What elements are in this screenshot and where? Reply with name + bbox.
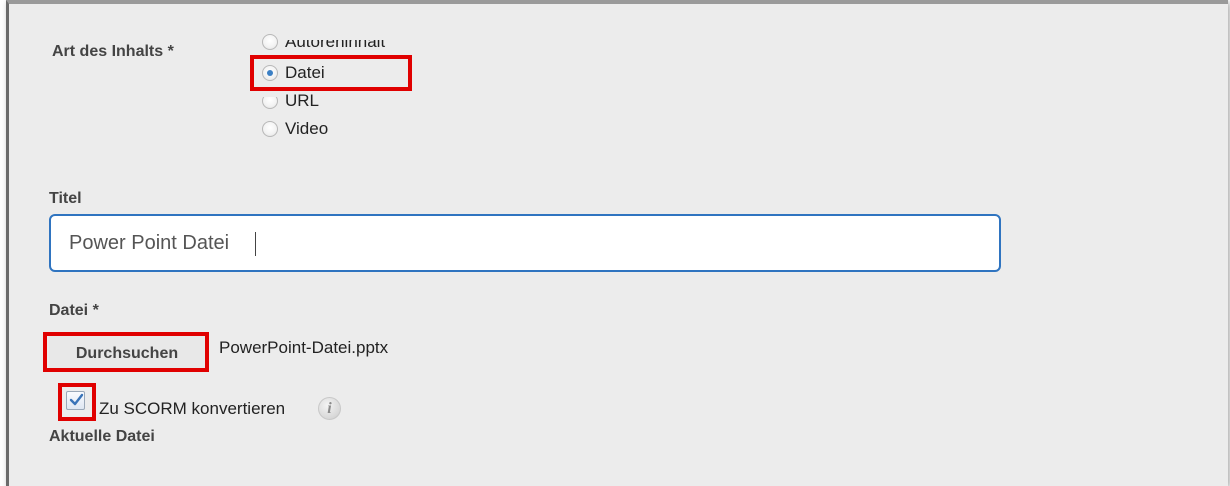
scorm-checkbox[interactable]: [66, 391, 85, 410]
radio-label: URL: [285, 91, 320, 110]
radio-label: Autoreninhalt: [285, 32, 386, 51]
content-type-label: Art des Inhalts *: [52, 43, 174, 60]
radio-option-video[interactable]: Video: [262, 118, 328, 140]
title-label: Titel: [49, 190, 82, 207]
browse-button[interactable]: Durchsuchen: [49, 336, 205, 372]
current-file-label: Aktuelle Datei: [49, 428, 155, 445]
text-cursor: [255, 232, 256, 256]
radio-option-datei[interactable]: Datei: [262, 62, 325, 84]
selected-file-name: PowerPoint-Datei.pptx: [219, 338, 389, 357]
radio-button[interactable]: [262, 97, 278, 109]
radio-button-selected[interactable]: [262, 65, 278, 81]
radio-label: Datei: [285, 63, 325, 82]
radio-button[interactable]: [262, 34, 278, 50]
radio-button[interactable]: [262, 121, 278, 137]
scorm-label: Zu SCORM konvertieren: [99, 399, 286, 418]
title-input[interactable]: [49, 214, 1001, 272]
checkmark-icon: [69, 393, 84, 406]
radio-label: Video: [285, 119, 329, 138]
radio-option-autoreninhalt[interactable]: Autoreninhalt: [262, 31, 385, 53]
radio-option-url[interactable]: URL: [262, 90, 319, 112]
info-icon[interactable]: i: [318, 397, 341, 420]
file-label: Datei *: [49, 302, 99, 319]
